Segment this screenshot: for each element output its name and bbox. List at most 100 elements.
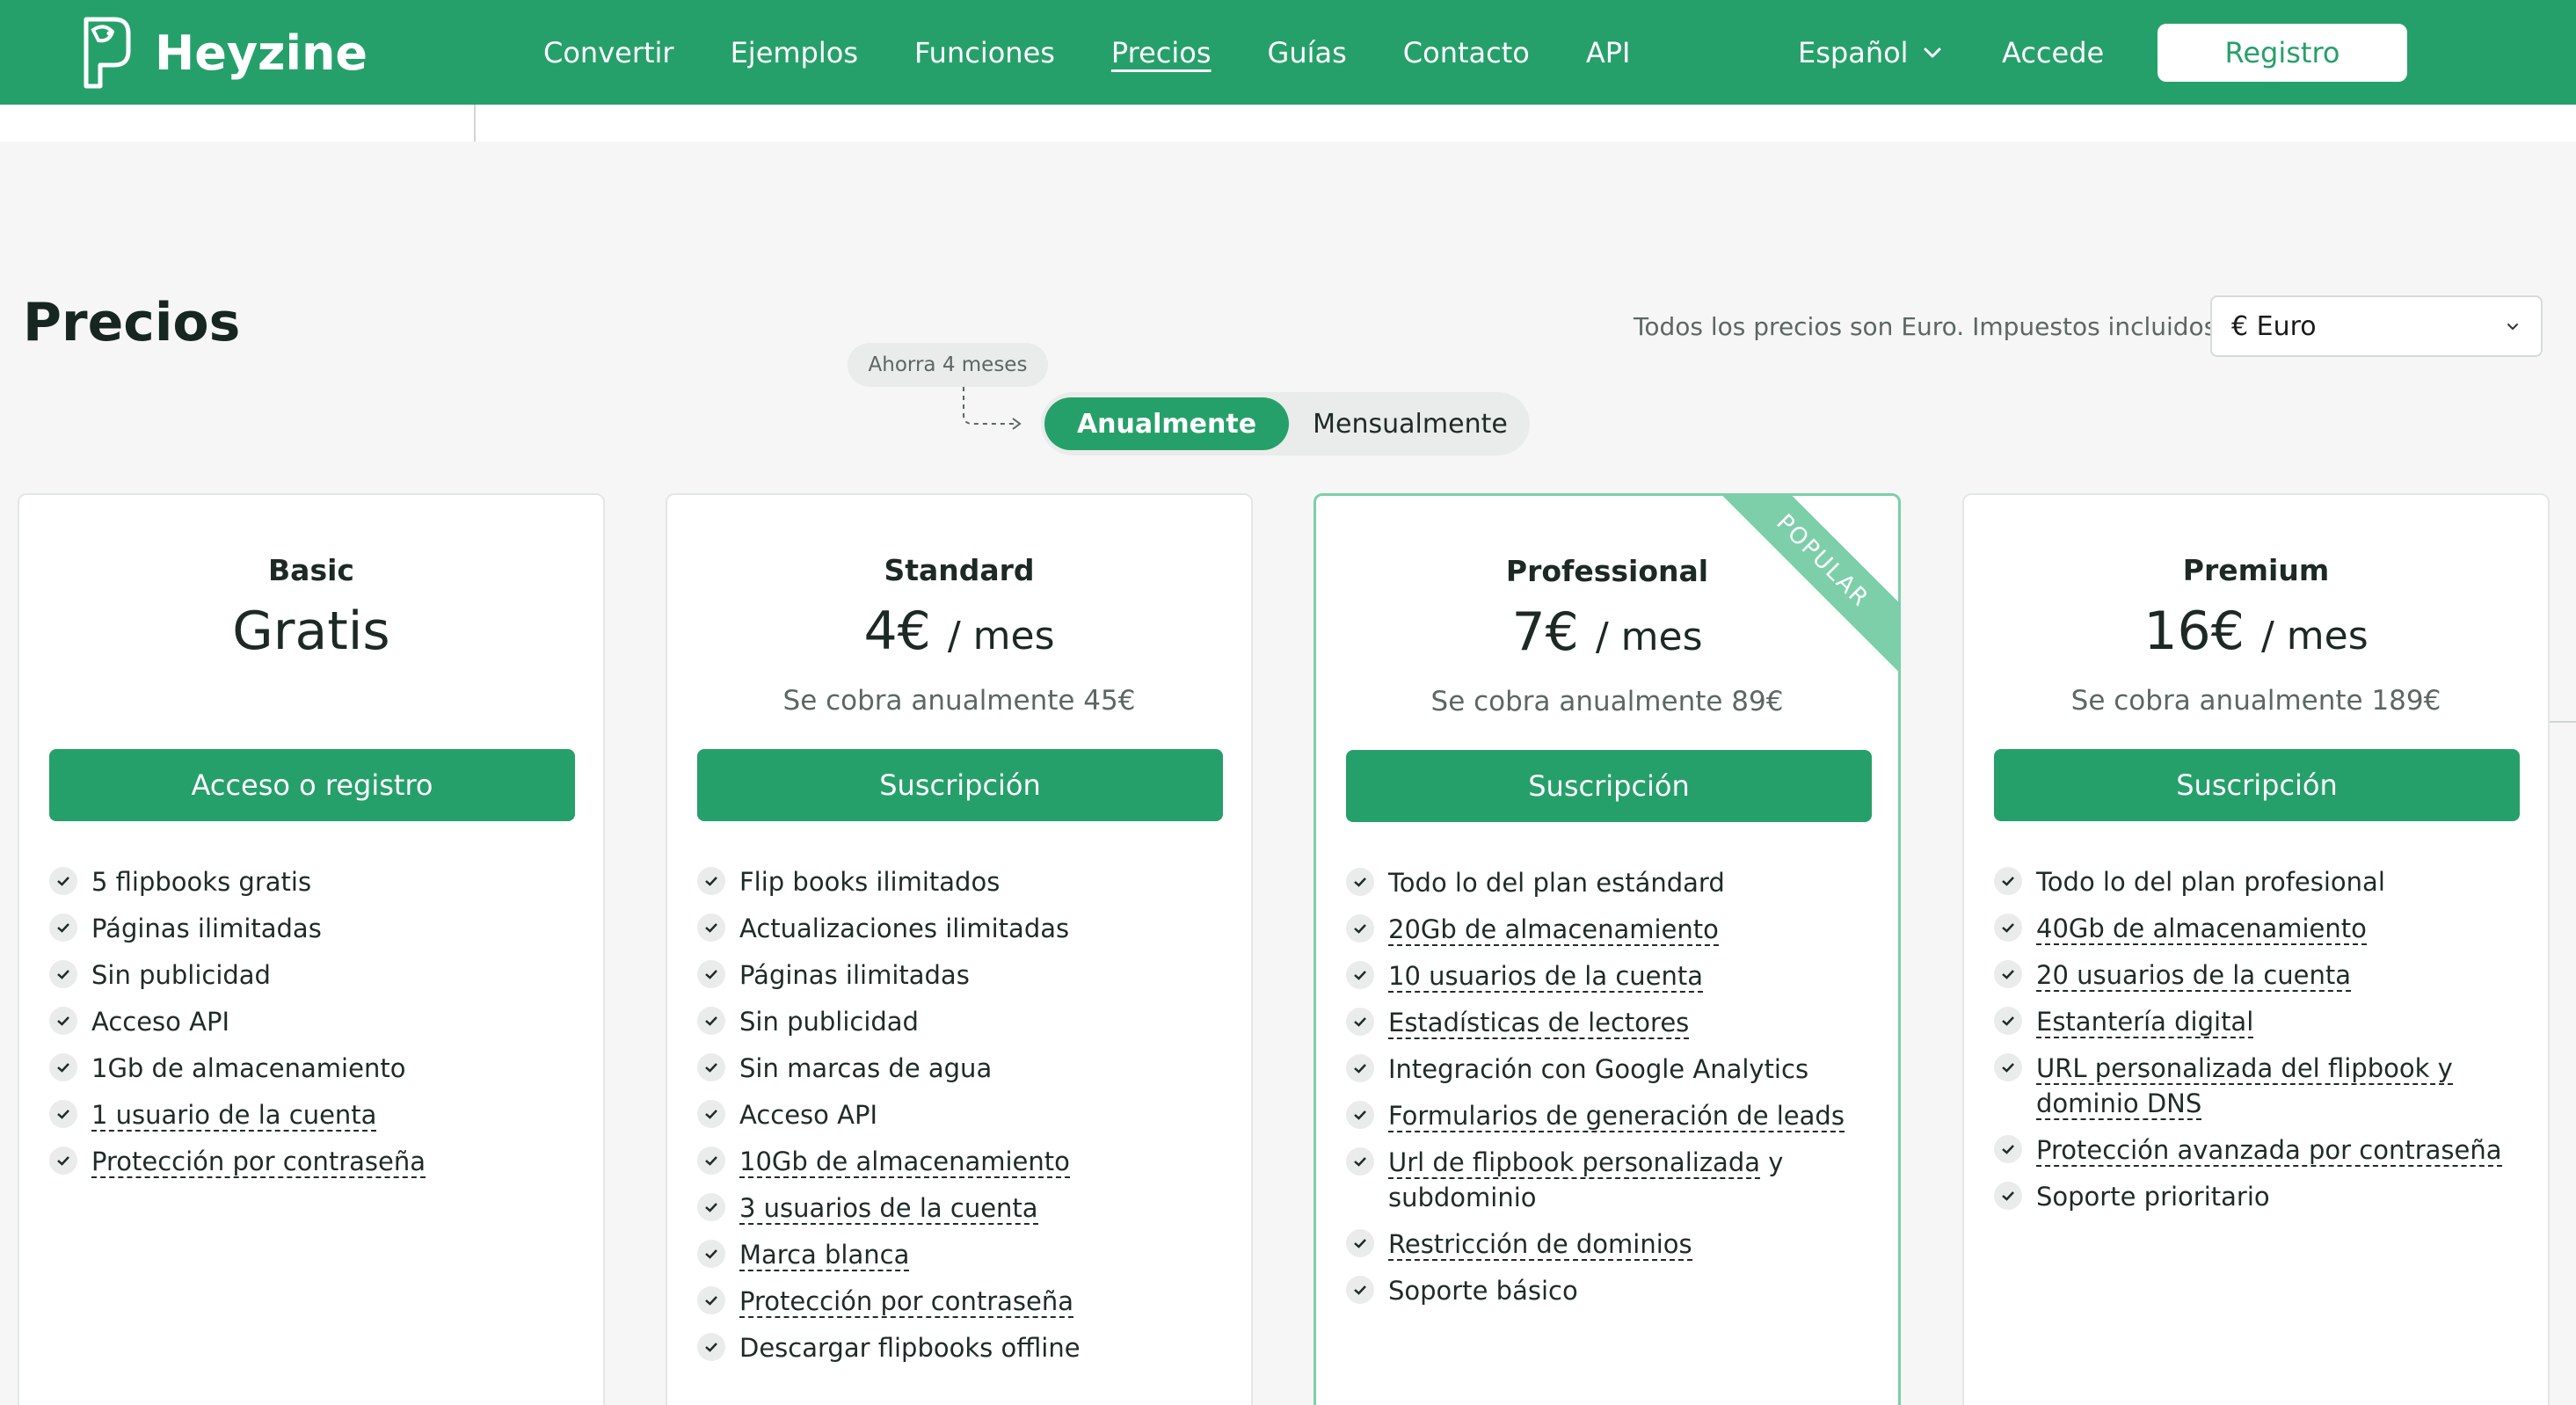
- subscribe-button[interactable]: Suscripción: [1346, 750, 1872, 822]
- top-navbar: Heyzine Convertir Ejemplos Funciones Pre…: [0, 0, 2576, 105]
- chevron-down-icon: [1924, 47, 1941, 57]
- feature-item: 20Gb de almacenamiento: [1346, 912, 1882, 947]
- check-icon: [49, 914, 77, 942]
- feature-list: Flip books ilimitados Actualizaciones il…: [697, 864, 1233, 1377]
- check-icon: [697, 1333, 725, 1361]
- feature-tooltip-link[interactable]: URL personalizada del flipbook y dominio…: [2036, 1053, 2453, 1120]
- subscribe-button[interactable]: Suscripción: [1994, 749, 2520, 821]
- feature-item: Sin publicidad: [49, 957, 586, 993]
- login-link[interactable]: Accede: [2002, 0, 2104, 105]
- feature-tooltip-link[interactable]: Url de flipbook personalizada: [1388, 1147, 1760, 1179]
- toggle-monthly[interactable]: Mensualmente: [1305, 397, 1516, 450]
- feature-item: Url de flipbook personalizada y subdomin…: [1346, 1145, 1882, 1215]
- feature-item: 10Gb de almacenamiento: [697, 1144, 1233, 1179]
- plan-price: 4€ / mes: [667, 601, 1251, 662]
- feature-item: 10 usuarios de la cuenta: [1346, 958, 1882, 994]
- check-icon: [49, 1100, 77, 1128]
- check-icon: [1346, 1054, 1374, 1082]
- feature-item: 1 usuario de la cuenta: [49, 1097, 586, 1132]
- feature-tooltip-link[interactable]: Restricción de dominios: [1388, 1229, 1692, 1261]
- plan-name: Professional: [1505, 554, 1709, 588]
- decorative-line: [474, 105, 476, 142]
- feature-item: 5 flipbooks gratis: [49, 864, 586, 899]
- billing-note: Se cobra anualmente 89€: [1430, 686, 1784, 717]
- check-icon: [1994, 1053, 2022, 1081]
- language-label: Español: [1798, 35, 1909, 69]
- check-icon: [1346, 1276, 1374, 1304]
- subscribe-button[interactable]: Suscripción: [697, 749, 1223, 821]
- check-icon: [1994, 960, 2022, 988]
- feature-item: URL personalizada del flipbook y dominio…: [1994, 1051, 2530, 1121]
- chevron-down-icon: [2507, 324, 2518, 330]
- feature-tooltip-link[interactable]: Estantería digital: [2036, 1007, 2254, 1038]
- feature-tooltip-link[interactable]: Protección avanzada por contraseña: [2036, 1135, 2502, 1167]
- plan-card-basic: Basic Gratis Acceso o registro 5 flipboo…: [18, 493, 605, 1405]
- nav-contacto[interactable]: Contacto: [1403, 36, 1530, 69]
- check-icon: [1346, 1008, 1374, 1036]
- main-nav: Convertir Ejemplos Funciones Precios Guí…: [543, 0, 1686, 105]
- feature-item: Soporte prioritario: [1994, 1179, 2530, 1214]
- check-icon: [1346, 961, 1374, 989]
- feature-item: Todo lo del plan estándard: [1346, 865, 1882, 900]
- check-icon: [697, 1007, 725, 1035]
- feature-item: Sin marcas de agua: [697, 1051, 1233, 1086]
- plan-card-standard: Standard 4€ / mes Se cobra anualmente 45…: [666, 493, 1253, 1405]
- feature-item: Integración con Google Analytics: [1346, 1052, 1882, 1087]
- feature-tooltip-link[interactable]: Estadísticas de lectores: [1388, 1008, 1690, 1039]
- feature-tooltip-link[interactable]: 1 usuario de la cuenta: [91, 1100, 377, 1132]
- feature-item: Acceso API: [697, 1097, 1233, 1132]
- check-icon: [697, 914, 725, 942]
- feature-item: Protección avanzada por contraseña: [1994, 1132, 2530, 1168]
- check-icon: [49, 1053, 77, 1081]
- feature-tooltip-link[interactable]: 20Gb de almacenamiento: [1388, 914, 1719, 946]
- signup-button[interactable]: Acceso o registro: [49, 749, 575, 821]
- nav-guias[interactable]: Guías: [1268, 36, 1347, 69]
- feature-tooltip-link[interactable]: 10 usuarios de la cuenta: [1388, 961, 1704, 993]
- toggle-annually[interactable]: Anualmente: [1044, 397, 1289, 450]
- logo[interactable]: Heyzine: [74, 11, 367, 95]
- nav-convertir[interactable]: Convertir: [543, 36, 674, 69]
- feature-item: Soporte básico: [1346, 1273, 1882, 1308]
- feature-item: Acceso API: [49, 1004, 586, 1039]
- check-icon: [697, 1147, 725, 1175]
- register-button[interactable]: Registro: [2158, 24, 2407, 82]
- feature-tooltip-link[interactable]: Marca blanca: [739, 1240, 910, 1271]
- feature-tooltip-link[interactable]: Protección por contraseña: [91, 1147, 426, 1178]
- feature-list: Todo lo del plan profesional 40Gb de alm…: [1994, 864, 2530, 1226]
- feature-item: Descargar flipbooks offline: [697, 1330, 1233, 1365]
- nav-funciones[interactable]: Funciones: [914, 36, 1055, 69]
- feature-item: Protección por contraseña: [697, 1284, 1233, 1319]
- check-icon: [1346, 914, 1374, 943]
- plan-name: Basic: [268, 553, 354, 587]
- feature-tooltip-link[interactable]: 10Gb de almacenamiento: [739, 1147, 1070, 1178]
- feature-item: Flip books ilimitados: [697, 864, 1233, 899]
- feature-item: Marca blanca: [697, 1237, 1233, 1272]
- feature-item: Páginas ilimitadas: [697, 957, 1233, 993]
- savings-badge: Ahorra 4 meses: [848, 343, 1048, 387]
- check-icon: [1346, 1147, 1374, 1176]
- feature-tooltip-link[interactable]: 40Gb de almacenamiento: [2036, 914, 2367, 945]
- feature-tooltip-link[interactable]: 20 usuarios de la cuenta: [2036, 960, 2352, 992]
- plan-name: Standard: [884, 553, 1035, 587]
- feature-item: 3 usuarios de la cuenta: [697, 1190, 1233, 1226]
- feature-tooltip-link[interactable]: 3 usuarios de la cuenta: [739, 1193, 1038, 1225]
- nav-ejemplos[interactable]: Ejemplos: [731, 36, 858, 69]
- currency-select[interactable]: € Euro: [2210, 295, 2543, 357]
- feature-list: Todo lo del plan estándard 20Gb de almac…: [1346, 865, 1882, 1320]
- check-icon: [1994, 1007, 2022, 1035]
- price-unit: / mes: [1595, 615, 1703, 659]
- feature-item: 40Gb de almacenamiento: [1994, 911, 2530, 946]
- feature-tooltip-link[interactable]: Protección por contraseña: [739, 1286, 1074, 1318]
- feature-tooltip-link[interactable]: Formularios de generación de leads: [1388, 1101, 1845, 1132]
- nav-api[interactable]: API: [1586, 36, 1631, 69]
- feature-item: 20 usuarios de la cuenta: [1994, 957, 2530, 993]
- feature-item: Protección por contraseña: [49, 1144, 586, 1179]
- billing-note: Se cobra anualmente 45€: [782, 685, 1136, 717]
- language-selector[interactable]: Español: [1798, 0, 1944, 105]
- feature-item: Restricción de dominios: [1346, 1227, 1882, 1262]
- prices-note: Todos los precios son Euro. Impuestos in…: [1634, 312, 2225, 341]
- feature-item: Actualizaciones ilimitadas: [697, 911, 1233, 946]
- nav-precios[interactable]: Precios: [1111, 36, 1212, 69]
- check-icon: [1994, 1182, 2022, 1210]
- check-icon: [697, 960, 725, 988]
